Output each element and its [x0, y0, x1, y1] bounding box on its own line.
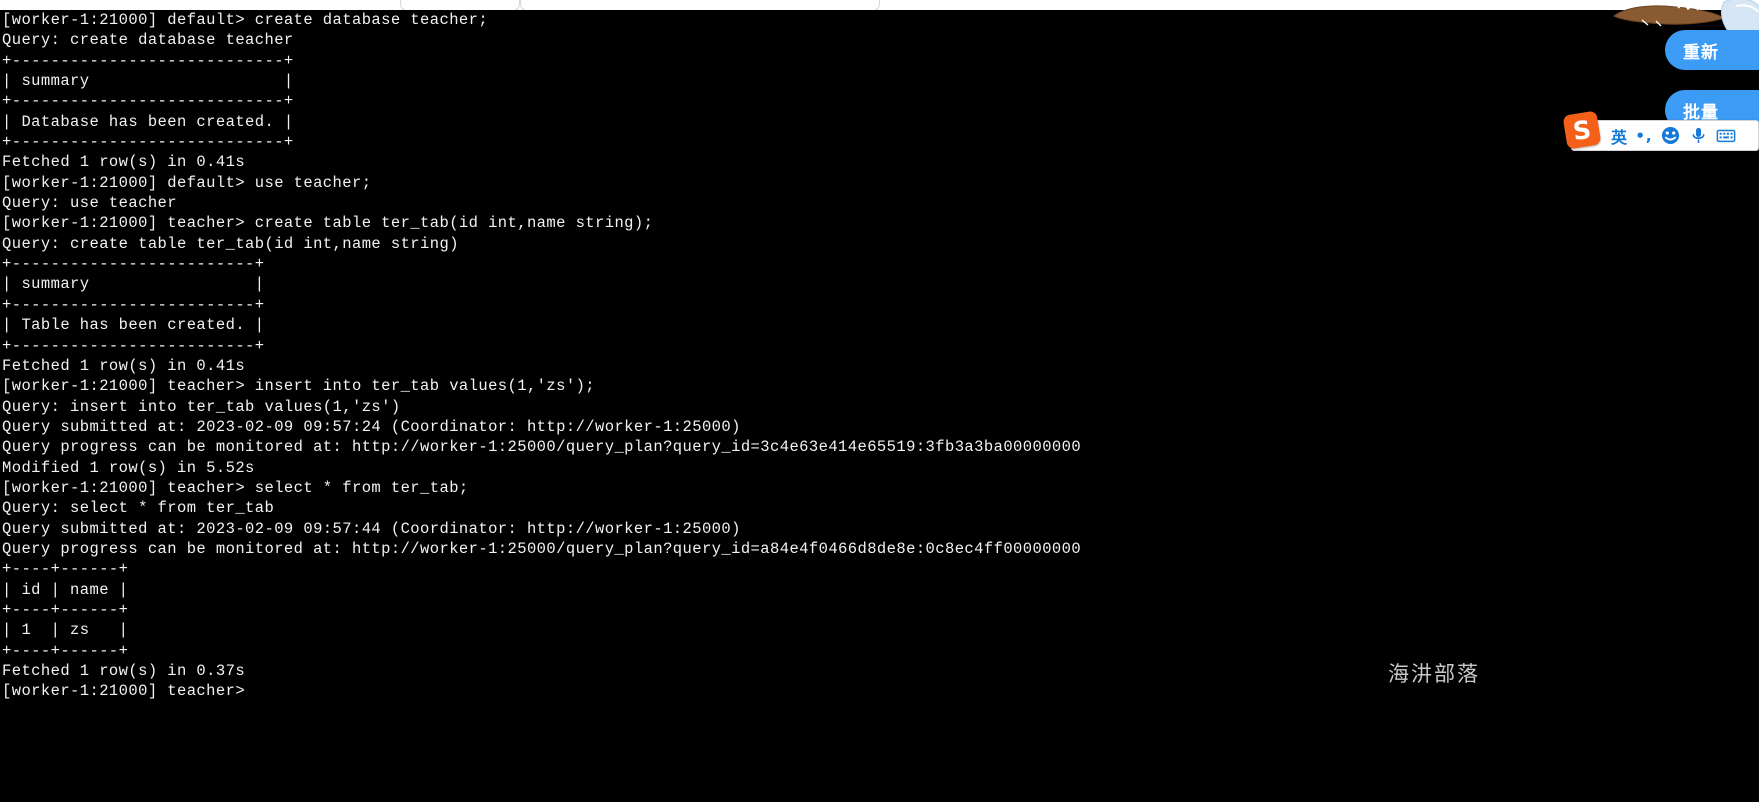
terminal-line: [worker-1:21000] teacher> create table t… — [2, 214, 654, 233]
terminal-line: Fetched 1 row(s) in 0.41s — [2, 356, 246, 375]
terminal-line: [worker-1:21000] teacher> — [2, 682, 246, 701]
batch-button-label: 批量 — [1683, 102, 1719, 123]
terminal-line: +-------------------------+ — [2, 295, 265, 314]
terminal-line: Query: create table ter_tab(id int,name … — [2, 234, 459, 253]
terminal-line: | summary | — [2, 275, 265, 294]
restart-button[interactable]: 重新 — [1665, 30, 1759, 70]
terminal-line: | summary | — [2, 72, 294, 91]
terminal-line: Query: insert into ter_tab values(1,'zs'… — [2, 397, 401, 416]
watermark-text: 海汫部落 — [1388, 662, 1480, 686]
restart-button-label: 重新 — [1683, 42, 1719, 63]
ime-language-toggle[interactable]: 英 — [1606, 121, 1632, 150]
terminal-line: [worker-1:21000] teacher> select * from … — [2, 478, 469, 497]
sogou-logo-icon[interactable]: S — [1562, 110, 1602, 150]
terminal-line: | Table has been created. | — [2, 316, 265, 335]
keyboard-icon[interactable] — [1712, 121, 1740, 150]
terminal-line: Fetched 1 row(s) in 0.41s — [2, 153, 246, 172]
terminal-line: +-------------------------+ — [2, 336, 265, 355]
emoji-icon[interactable] — [1656, 121, 1684, 150]
terminal-line: +----------------------------+ — [2, 51, 294, 70]
terminal-line: [worker-1:21000] default> create databas… — [2, 11, 489, 29]
terminal-line: +----+------+ — [2, 600, 129, 619]
terminal-output: [worker-1:21000] default> create databas… — [0, 10, 1759, 702]
terminal-line: +----+------+ — [2, 560, 129, 579]
terminal-line: Query submitted at: 2023-02-09 09:57:24 … — [2, 417, 741, 436]
terminal-line: | Database has been created. | — [2, 112, 294, 131]
terminal-line: Query: create database teacher — [2, 31, 294, 50]
terminal-line: +-------------------------+ — [2, 255, 265, 274]
ime-punctuation-toggle[interactable]: •, — [1632, 121, 1656, 150]
microphone-icon[interactable] — [1684, 121, 1712, 150]
terminal-line: Fetched 1 row(s) in 0.37s — [2, 662, 246, 680]
terminal-line: Query: select * from ter_tab — [2, 499, 275, 518]
terminal-line: Modified 1 row(s) in 5.52s — [2, 458, 255, 477]
terminal-line: +----------------------------+ — [2, 92, 294, 111]
terminal-line: | id | name | — [2, 580, 129, 599]
sogou-logo-letter: S — [1571, 114, 1593, 146]
terminal-line: | 1 | zs | — [2, 621, 129, 640]
browser-chrome-strip — [0, 0, 1759, 11]
terminal-line: Query progress can be monitored at: http… — [2, 539, 1082, 558]
terminal-line: +----------------------------+ — [2, 133, 294, 152]
terminal-line: Query progress can be monitored at: http… — [2, 438, 1082, 457]
terminal-line: [worker-1:21000] default> use teacher; — [2, 173, 372, 192]
terminal-window[interactable]: [worker-1:21000] default> create databas… — [0, 10, 1759, 802]
terminal-line: Query submitted at: 2023-02-09 09:57:44 … — [2, 519, 741, 538]
screen-root: [worker-1:21000] default> create databas… — [0, 0, 1759, 802]
terminal-line: [worker-1:21000] teacher> insert into te… — [2, 377, 596, 396]
terminal-line: +----+------+ — [2, 641, 129, 660]
terminal-line: Query: use teacher — [2, 194, 177, 213]
